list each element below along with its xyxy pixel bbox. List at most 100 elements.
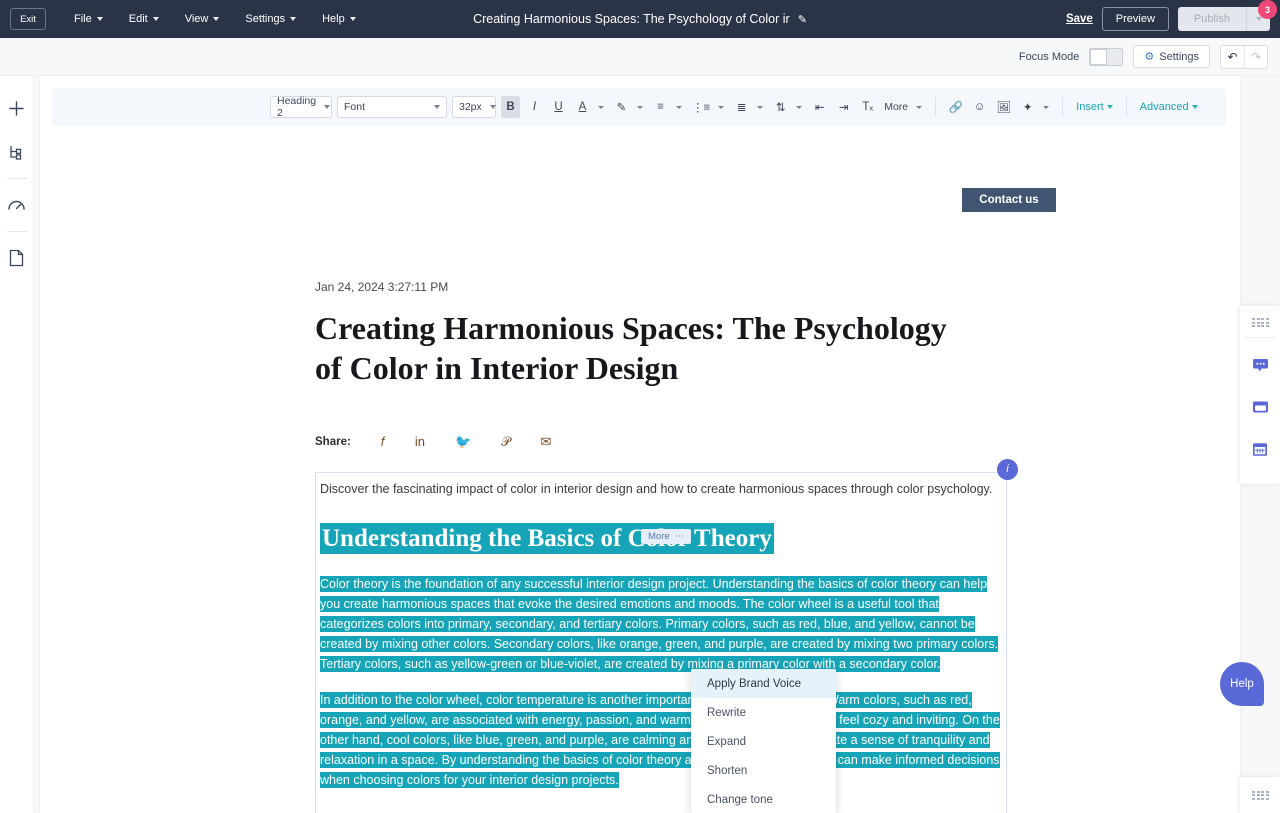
- menu-view[interactable]: View: [179, 9, 226, 29]
- italic-button[interactable]: I: [525, 96, 544, 118]
- indent-decrease-icon[interactable]: ⇤: [810, 96, 829, 118]
- paragraph-style-value: Heading 2: [277, 95, 316, 119]
- publish-group: Publish 3: [1178, 7, 1270, 31]
- editor-toolbar: Heading 2 Font 32px B I U A ✎ ≡ ⋮≡ ≣: [52, 88, 1226, 126]
- share-row: Share: 𝑓 in 🐦 𝒫 ✉: [315, 434, 1015, 450]
- document-title-bar: Creating Harmonious Spaces: The Psycholo…: [430, 12, 850, 26]
- page-icon[interactable]: [2, 236, 32, 280]
- context-item-expand[interactable]: Expand: [691, 727, 836, 756]
- chevron-down-icon: [324, 105, 330, 109]
- pinterest-icon[interactable]: 𝒫: [501, 434, 510, 450]
- align-left-icon[interactable]: ≡: [651, 96, 670, 118]
- grip-dots-icon[interactable]: [1252, 318, 1268, 327]
- undo-icon[interactable]: ↶: [1221, 46, 1244, 68]
- inline-more-button[interactable]: More ⋯: [641, 529, 691, 544]
- right-floating-panel-bottom: [1240, 777, 1280, 813]
- inline-more-label: More: [648, 531, 670, 542]
- font-size-select[interactable]: 32px: [452, 96, 496, 118]
- text-color-button[interactable]: A: [573, 96, 592, 118]
- selected-heading[interactable]: Understanding the Basics of Color Theory: [320, 523, 774, 554]
- grip-dots-icon[interactable]: [1252, 791, 1268, 800]
- clear-format-icon[interactable]: Tₓ: [858, 96, 877, 118]
- exit-button[interactable]: Exit: [10, 8, 46, 30]
- advanced-button[interactable]: Advanced: [1137, 101, 1201, 113]
- context-item-shorten[interactable]: Shorten: [691, 756, 836, 785]
- font-family-select[interactable]: Font: [337, 96, 447, 118]
- document-canvas[interactable]: Contact us Jan 24, 2024 3:27:11 PM Creat…: [52, 132, 1226, 813]
- sparkle-icon[interactable]: ✦: [1018, 96, 1037, 118]
- context-item-change-tone[interactable]: Change tone: [691, 785, 836, 813]
- font-family-value: Font: [344, 101, 365, 113]
- chevron-down-icon[interactable]: [916, 106, 922, 109]
- bullet-list-icon[interactable]: ⋮≡: [690, 96, 712, 118]
- chevron-down-icon: [350, 17, 356, 21]
- document-body: Jan 24, 2024 3:27:11 PM Creating Harmoni…: [315, 132, 1015, 813]
- numbered-list-icon[interactable]: ≣: [732, 96, 751, 118]
- email-icon[interactable]: ✉: [541, 434, 552, 450]
- chevron-down-icon[interactable]: [1043, 106, 1049, 109]
- chevron-down-icon[interactable]: [598, 106, 604, 109]
- redo-icon[interactable]: ↷: [1244, 46, 1267, 68]
- image-icon[interactable]: 🖼: [994, 96, 1013, 118]
- facebook-icon[interactable]: 𝑓: [381, 434, 385, 450]
- underline-label: U: [554, 101, 562, 113]
- menu-edit-label: Edit: [129, 13, 148, 25]
- right-floating-panel: [1240, 306, 1280, 484]
- menu-file-label: File: [74, 13, 92, 25]
- pen-icon[interactable]: ✎: [612, 96, 631, 118]
- bold-button[interactable]: B: [501, 96, 520, 118]
- comment-icon[interactable]: [1244, 344, 1276, 386]
- underline-button[interactable]: U: [549, 96, 568, 118]
- line-height-icon[interactable]: ⇅: [771, 96, 790, 118]
- context-item-rewrite[interactable]: Rewrite: [691, 698, 836, 727]
- chevron-down-icon[interactable]: [718, 106, 724, 109]
- preview-button[interactable]: Preview: [1102, 7, 1169, 31]
- intro-paragraph[interactable]: Discover the fascinating impact of color…: [316, 473, 1006, 511]
- linkedin-icon[interactable]: in: [415, 434, 425, 449]
- chevron-down-icon[interactable]: [757, 106, 763, 109]
- menu-file[interactable]: File: [68, 9, 109, 29]
- menu-edit[interactable]: Edit: [123, 9, 165, 29]
- page-title[interactable]: Creating Harmonious Spaces: The Psycholo…: [315, 308, 955, 389]
- pencil-icon[interactable]: ✎: [798, 13, 807, 26]
- info-icon[interactable]: i: [997, 459, 1018, 480]
- editable-text-frame[interactable]: i Discover the fascinating impact of col…: [315, 472, 1007, 813]
- media-card-icon[interactable]: [1244, 386, 1276, 428]
- document-title-text: Creating Harmonious Spaces: The Psycholo…: [473, 12, 790, 26]
- settings-button[interactable]: ⚙ Settings: [1133, 45, 1210, 68]
- selected-paragraph-1[interactable]: Color theory is the foundation of any su…: [320, 576, 998, 672]
- save-button[interactable]: Save: [1066, 13, 1093, 25]
- publish-button[interactable]: Publish: [1178, 7, 1246, 31]
- toolbar-divider: [935, 97, 936, 117]
- help-button[interactable]: Help: [1220, 662, 1264, 706]
- selected-paragraph-2-wrap: In addition to the color wheel, color te…: [316, 690, 1000, 790]
- link-icon[interactable]: 🔗: [946, 96, 965, 118]
- panel-divider: [1245, 337, 1275, 338]
- menu-settings[interactable]: Settings: [239, 9, 302, 29]
- chevron-down-icon[interactable]: [637, 106, 643, 109]
- chevron-down-icon[interactable]: [676, 106, 682, 109]
- document-date: Jan 24, 2024 3:27:11 PM: [315, 280, 1015, 294]
- plus-icon[interactable]: [2, 86, 32, 130]
- calendar-icon[interactable]: [1244, 428, 1276, 470]
- context-item-apply-brand-voice[interactable]: Apply Brand Voice: [691, 669, 836, 698]
- toolbar-divider: [1062, 97, 1063, 117]
- chevron-down-icon: [153, 17, 159, 21]
- focus-mode-toggle[interactable]: [1089, 48, 1123, 66]
- menu-help[interactable]: Help: [316, 9, 362, 29]
- chevron-down-icon: [290, 17, 296, 21]
- hierarchy-icon[interactable]: [2, 130, 32, 174]
- indent-increase-icon[interactable]: ⇥: [834, 96, 853, 118]
- chevron-down-icon[interactable]: [796, 106, 802, 109]
- twitter-icon[interactable]: 🐦: [455, 434, 471, 450]
- insert-button[interactable]: Insert: [1073, 101, 1116, 113]
- publish-badge: 3: [1258, 0, 1277, 19]
- insert-label: Insert: [1076, 101, 1104, 113]
- italic-label: I: [533, 101, 536, 113]
- gauge-icon[interactable]: [2, 183, 32, 227]
- chevron-down-icon: [97, 17, 103, 21]
- paragraph-style-select[interactable]: Heading 2: [270, 96, 332, 118]
- emoji-icon[interactable]: ☺: [970, 96, 989, 118]
- more-button[interactable]: More: [882, 101, 910, 113]
- selected-paragraph-2[interactable]: In addition to the color wheel, color te…: [320, 692, 1000, 788]
